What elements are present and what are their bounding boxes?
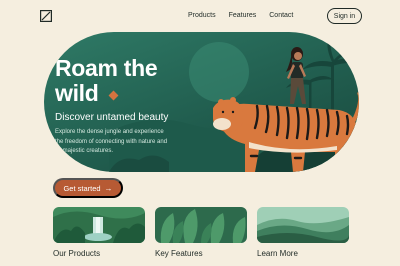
hero-description: Explore the dense jungle and experience … — [55, 129, 168, 154]
get-started-button[interactable]: Get started → — [53, 178, 123, 198]
hero-banner: Roam the wild Discover untamed beauty Ex… — [44, 32, 359, 172]
card-key-features[interactable]: Key Features — [155, 207, 247, 258]
card-our-products[interactable]: Our Products — [53, 207, 145, 258]
tropical-leaves-image — [155, 207, 247, 243]
logo-icon[interactable] — [40, 10, 52, 22]
nav-features-link[interactable]: Features — [229, 12, 257, 19]
card-label: Our Products — [53, 249, 101, 258]
nav-contact-link[interactable]: Contact — [269, 12, 293, 19]
jungle-waterfall-image — [53, 207, 145, 243]
hero-subtitle: Discover untamed beauty — [55, 112, 169, 123]
card-label: Learn More — [257, 249, 298, 258]
get-started-label: Get started — [63, 183, 101, 193]
forest-hills-image — [257, 207, 349, 243]
main-nav: Products Features Contact — [188, 12, 293, 19]
nav-products-link[interactable]: Products — [188, 12, 216, 19]
card-label: Key Features — [155, 249, 203, 258]
card-learn-more[interactable]: Learn More — [257, 207, 349, 258]
sign-in-button[interactable]: Sign in — [327, 8, 362, 24]
arrow-right-icon: → — [104, 183, 113, 193]
